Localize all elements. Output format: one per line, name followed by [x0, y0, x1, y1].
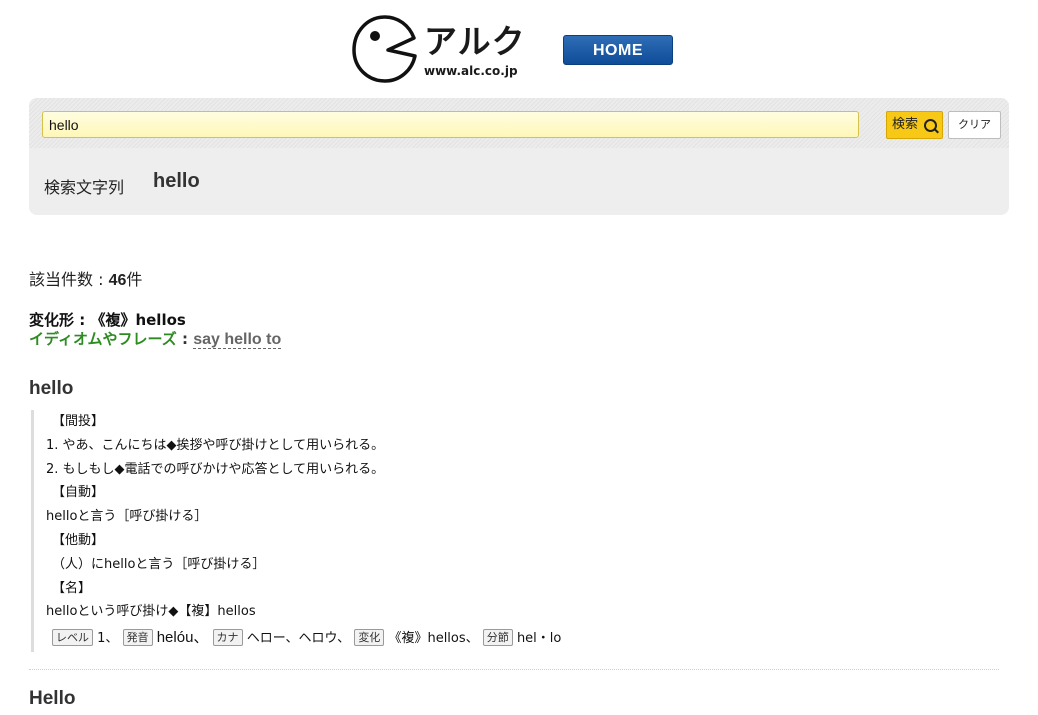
idiom-link[interactable]: say hello to — [193, 331, 282, 349]
query-value: hello — [153, 170, 200, 192]
inflection-value: 《複》hellos — [90, 311, 186, 329]
alc-logo[interactable]: アルク www.alc.co.jp — [352, 14, 532, 84]
pacman-face-icon — [352, 15, 417, 83]
definition-line: 2. もしもし◆電話での呼びかけや応答として用いられる。 — [46, 461, 385, 477]
magnifier-icon — [924, 119, 937, 132]
entry-headword: Hello — [29, 688, 76, 709]
search-panel: 検索 クリア 検索文字列 hello — [29, 98, 1009, 215]
definition-line: 【間投】 — [52, 414, 105, 429]
syllable-tag: 分節 — [482, 629, 513, 647]
kana-value: ヘロー、ヘロウ、 — [246, 631, 351, 647]
idiom-line: イディオムやフレーズ : say hello to — [29, 328, 282, 349]
inflection-meta-value: 《複》hellos、 — [388, 631, 479, 647]
idiom-separator: : — [176, 330, 194, 348]
definition-line: 1. やあ、こんにちは◆挨拶や呼び掛けとして用いられる。 — [46, 437, 385, 453]
logo-url: www.alc.co.jp — [424, 64, 518, 78]
result-count-value: 46 — [108, 272, 127, 289]
site-header: アルク www.alc.co.jp HOME — [0, 0, 1038, 95]
kana-tag: カナ — [212, 629, 243, 647]
entry-headword: hello — [29, 378, 74, 399]
inflection-line: 変化形 : 《複》hellos — [29, 309, 186, 330]
search-button[interactable]: 検索 — [886, 111, 943, 139]
logo-wordmark: アルク — [424, 22, 526, 61]
search-input[interactable] — [42, 111, 859, 138]
home-button[interactable]: HOME — [563, 35, 673, 65]
search-button-label: 検索 — [892, 117, 919, 132]
result-count: 該当件数 : 46件 — [29, 266, 142, 290]
inflection-label: 変化形 : — [29, 311, 91, 329]
definition-line: （人）にhelloと言う［呼び掛ける］ — [52, 556, 266, 572]
entry-divider — [29, 669, 999, 670]
query-label: 検索文字列 — [44, 178, 125, 197]
inflection-tag: 変化 — [354, 629, 385, 647]
pronunciation-value: helóu、 — [156, 629, 209, 647]
level-value: 1、 — [97, 631, 119, 647]
definition-line: 【自動】 — [52, 485, 105, 501]
result-count-unit: 件 — [126, 270, 143, 289]
definition-line: helloという呼び掛け◆【複】hellos — [46, 604, 256, 620]
entry-meta: レベル 1、 発音 helóu、 カナ ヘロー、ヘロウ、 変化 《複》hello… — [46, 626, 991, 651]
definition-line: 【名】 — [52, 580, 92, 596]
level-tag: レベル — [52, 629, 93, 647]
pronunciation-tag: 発音 — [122, 629, 153, 647]
result-count-label: 該当件数 : — [29, 270, 109, 289]
idiom-label: イディオムやフレーズ — [29, 330, 177, 348]
entry-definition: 【間投】 1. やあ、こんにちは◆挨拶や呼び掛けとして用いられる。 2. もしも… — [31, 410, 991, 652]
syllable-value: hel・lo — [516, 631, 562, 647]
definition-line: 【他動】 — [52, 532, 105, 548]
clear-button[interactable]: クリア — [948, 111, 1001, 139]
definition-line: helloと言う［呼び掛ける］ — [46, 509, 208, 525]
search-bar: 検索 クリア — [29, 98, 1009, 148]
